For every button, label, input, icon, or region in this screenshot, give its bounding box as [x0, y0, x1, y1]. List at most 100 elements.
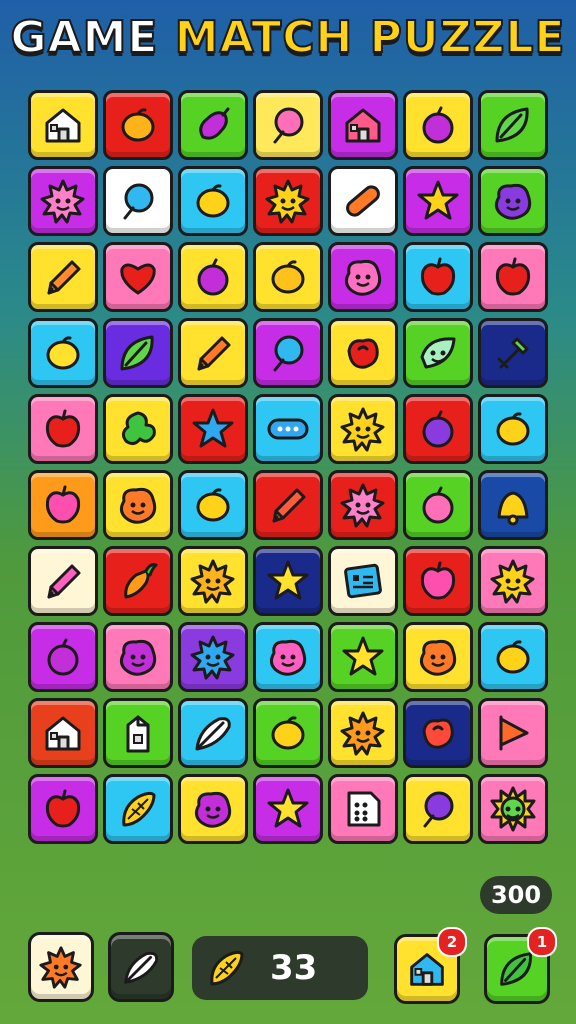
- tile[interactable]: [28, 546, 98, 616]
- tile[interactable]: [403, 394, 473, 464]
- sun-face-icon: [339, 481, 387, 529]
- plum-icon: [414, 101, 462, 149]
- tile[interactable]: [28, 318, 98, 388]
- tile[interactable]: [478, 622, 548, 692]
- apple-icon: [39, 405, 87, 453]
- tile[interactable]: [178, 90, 248, 160]
- tile[interactable]: [328, 470, 398, 540]
- tile[interactable]: [328, 242, 398, 312]
- tile[interactable]: [103, 394, 173, 464]
- pencil-icon: [39, 557, 87, 605]
- tile[interactable]: [178, 318, 248, 388]
- tile[interactable]: [478, 90, 548, 160]
- tile[interactable]: [403, 318, 473, 388]
- tile[interactable]: [103, 242, 173, 312]
- leaf-icon: [489, 101, 537, 149]
- tile[interactable]: [253, 166, 323, 236]
- tile[interactable]: [403, 90, 473, 160]
- blob-face-icon: [414, 633, 462, 681]
- tile[interactable]: [328, 90, 398, 160]
- tile[interactable]: [253, 318, 323, 388]
- tile[interactable]: [103, 698, 173, 768]
- sun-face-icon: [189, 557, 237, 605]
- tile[interactable]: [28, 470, 98, 540]
- tile[interactable]: [328, 546, 398, 616]
- star-icon: [264, 785, 312, 833]
- balloon-icon: [114, 177, 162, 225]
- tile[interactable]: [178, 242, 248, 312]
- tile[interactable]: [178, 698, 248, 768]
- tile[interactable]: [178, 546, 248, 616]
- tile[interactable]: [403, 622, 473, 692]
- tile[interactable]: [103, 318, 173, 388]
- blob-face-icon: [114, 633, 162, 681]
- tile[interactable]: [328, 394, 398, 464]
- tile[interactable]: [253, 546, 323, 616]
- tile[interactable]: [253, 394, 323, 464]
- blob-face-icon: [114, 481, 162, 529]
- tile[interactable]: [478, 470, 548, 540]
- tile[interactable]: [103, 774, 173, 844]
- leaf-booster-button[interactable]: 1: [484, 927, 557, 1004]
- tile[interactable]: [253, 698, 323, 768]
- tile[interactable]: [478, 318, 548, 388]
- flag-icon: [489, 709, 537, 757]
- dice-icon: [339, 785, 387, 833]
- house-booster-button[interactable]: 2: [394, 927, 467, 1004]
- tile[interactable]: [478, 698, 548, 768]
- lemon-icon: [189, 481, 237, 529]
- tile[interactable]: [328, 698, 398, 768]
- tile[interactable]: [103, 546, 173, 616]
- tile[interactable]: [403, 546, 473, 616]
- tile[interactable]: [253, 622, 323, 692]
- tile[interactable]: [28, 698, 98, 768]
- tile[interactable]: [328, 318, 398, 388]
- blob-face-icon: [264, 633, 312, 681]
- tile[interactable]: [28, 774, 98, 844]
- tile[interactable]: [178, 622, 248, 692]
- tile[interactable]: [478, 774, 548, 844]
- pencil-icon: [189, 329, 237, 377]
- tile[interactable]: [403, 774, 473, 844]
- powerup-slot-feather[interactable]: [108, 932, 174, 1002]
- tile[interactable]: [478, 394, 548, 464]
- star-icon: [189, 405, 237, 453]
- tile[interactable]: [103, 166, 173, 236]
- apple-icon: [39, 785, 87, 833]
- sun-face-icon: [339, 709, 387, 757]
- tile[interactable]: [178, 166, 248, 236]
- score-display: 300: [480, 876, 552, 914]
- tile[interactable]: [478, 546, 548, 616]
- tile[interactable]: [403, 698, 473, 768]
- tile[interactable]: [103, 90, 173, 160]
- bell-icon: [489, 481, 537, 529]
- tile[interactable]: [178, 394, 248, 464]
- lemon-icon: [489, 405, 537, 453]
- tile[interactable]: [28, 394, 98, 464]
- tile[interactable]: [478, 166, 548, 236]
- tile[interactable]: [403, 470, 473, 540]
- powerup-slot-sun[interactable]: [28, 932, 94, 1002]
- tile[interactable]: [328, 622, 398, 692]
- tile[interactable]: [178, 470, 248, 540]
- tile[interactable]: [403, 166, 473, 236]
- tile[interactable]: [253, 470, 323, 540]
- tile[interactable]: [403, 242, 473, 312]
- tile[interactable]: [328, 166, 398, 236]
- eggplant-icon: [189, 101, 237, 149]
- house-booster-badge: 2: [437, 927, 467, 957]
- tile[interactable]: [178, 774, 248, 844]
- tile[interactable]: [253, 774, 323, 844]
- tile[interactable]: [253, 242, 323, 312]
- tile[interactable]: [28, 166, 98, 236]
- tile[interactable]: [103, 470, 173, 540]
- tile[interactable]: [28, 90, 98, 160]
- rose-icon: [414, 709, 462, 757]
- tile[interactable]: [478, 242, 548, 312]
- plum-icon: [39, 633, 87, 681]
- tile[interactable]: [28, 242, 98, 312]
- tile[interactable]: [28, 622, 98, 692]
- tile[interactable]: [328, 774, 398, 844]
- tile[interactable]: [103, 622, 173, 692]
- tile[interactable]: [253, 90, 323, 160]
